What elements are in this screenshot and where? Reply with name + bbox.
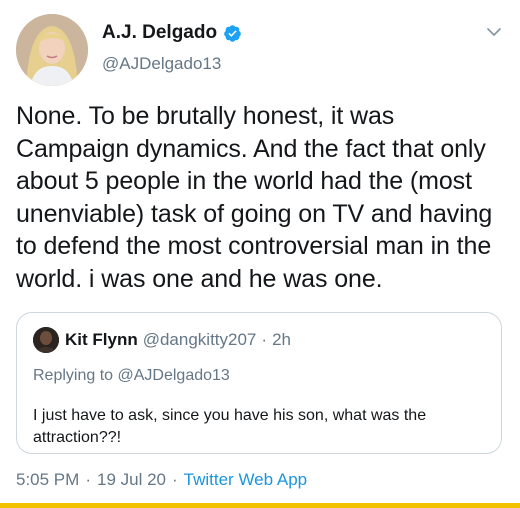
chevron-down-icon[interactable]: [484, 22, 504, 42]
verified-badge-icon: [224, 24, 241, 42]
tweet-source-app[interactable]: Twitter Web App: [184, 470, 307, 489]
bottom-accent-bar: [0, 503, 520, 508]
author-handle[interactable]: @AJDelgado13: [102, 54, 221, 74]
quoted-author-avatar: [33, 327, 59, 353]
replying-handle-link[interactable]: @AJDelgado13: [118, 367, 230, 384]
quoted-tweet-header: Kit Flynn @dangkitty207 · 2h: [33, 327, 291, 353]
meta-separator: ·: [171, 470, 178, 489]
replying-prefix: Replying to: [33, 367, 118, 384]
tweet-header: A.J. Delgado @AJDelgado13: [16, 14, 504, 86]
author-name[interactable]: A.J. Delgado: [102, 22, 217, 44]
tweet-text: None. To be brutally honest, it was Camp…: [16, 102, 493, 293]
meta-separator: ·: [85, 470, 91, 489]
quoted-author-handle: @dangkitty207: [142, 330, 257, 349]
quoted-separator: ·: [261, 330, 268, 349]
author-name-row: A.J. Delgado: [102, 22, 242, 44]
quoted-tweet[interactable]: Kit Flynn @dangkitty207 · 2h Replying to…: [16, 312, 502, 454]
tweet-time[interactable]: 5:05 PM: [16, 470, 79, 489]
tweet-date[interactable]: 19 Jul 20: [97, 470, 166, 489]
tweet-card: A.J. Delgado @AJDelgado13 None. To be br…: [0, 0, 520, 508]
author-avatar[interactable]: [16, 14, 88, 86]
quoted-time: 2h: [272, 330, 291, 349]
quoted-replying-to: Replying to @AJDelgado13: [33, 367, 230, 385]
quoted-tweet-text: I just have to ask, since you have his s…: [33, 407, 427, 446]
tweet-meta: 5:05 PM · 19 Jul 20 · Twitter Web App: [16, 470, 307, 490]
quoted-author-name: Kit Flynn: [65, 330, 138, 349]
